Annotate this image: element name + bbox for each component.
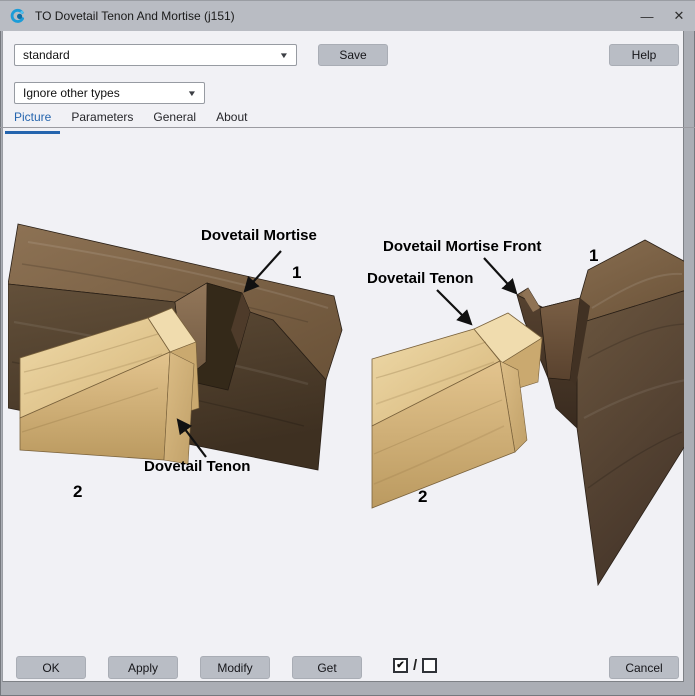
close-icon: ✕	[674, 8, 685, 24]
preset-dropdown-value: standard	[23, 48, 70, 62]
window-title: TO Dovetail Tenon And Mortise (j151)	[35, 9, 235, 23]
window-controls: — ✕	[631, 1, 695, 32]
chevron-down-icon: ▼	[279, 51, 289, 60]
apply-button[interactable]: Apply	[108, 656, 178, 679]
left-mortise-label: Dovetail Mortise	[201, 227, 317, 244]
tab-parameters[interactable]: Parameters	[71, 110, 133, 128]
right-beam2-number: 2	[418, 487, 427, 507]
tab-general[interactable]: General	[153, 110, 196, 128]
checked-checkbox-icon: ✔	[393, 658, 408, 673]
chevron-down-icon: ▼	[187, 89, 197, 98]
left-beam1-number: 1	[292, 263, 301, 283]
left-tenon-label: Dovetail Tenon	[144, 458, 250, 475]
right-mortise-front-label: Dovetail Mortise Front	[383, 238, 541, 255]
titlebar: TO Dovetail Tenon And Mortise (j151) — ✕	[0, 0, 695, 31]
cancel-button[interactable]: Cancel	[609, 656, 679, 679]
modify-button[interactable]: Modify	[200, 656, 270, 679]
unchecked-checkbox-icon	[422, 658, 437, 673]
checked-unchecked-toggle[interactable]: ✔ /	[393, 657, 437, 674]
right-beam1-number: 1	[589, 246, 598, 266]
dialog-window: TO Dovetail Tenon And Mortise (j151) — ✕…	[0, 0, 695, 696]
close-button[interactable]: ✕	[663, 1, 695, 32]
preset-dropdown[interactable]: standard ▼	[14, 44, 297, 66]
minimize-button[interactable]: —	[631, 1, 663, 32]
left-beam2-number: 2	[73, 482, 82, 502]
tab-about[interactable]: About	[216, 110, 247, 128]
get-button[interactable]: Get	[292, 656, 362, 679]
type-filter-dropdown[interactable]: Ignore other types ▼	[14, 82, 205, 104]
minimize-icon: —	[641, 9, 654, 24]
type-filter-dropdown-value: Ignore other types	[23, 86, 120, 100]
help-button[interactable]: Help	[609, 44, 679, 66]
right-tenon-label: Dovetail Tenon	[367, 270, 473, 287]
app-logo-icon	[9, 8, 25, 24]
tab-picture[interactable]: Picture	[14, 110, 51, 128]
ok-button[interactable]: OK	[16, 656, 86, 679]
tab-separator-line	[0, 127, 695, 128]
save-button[interactable]: Save	[318, 44, 388, 66]
slash-separator: /	[413, 657, 417, 674]
tab-bar: Picture Parameters General About	[0, 110, 695, 128]
